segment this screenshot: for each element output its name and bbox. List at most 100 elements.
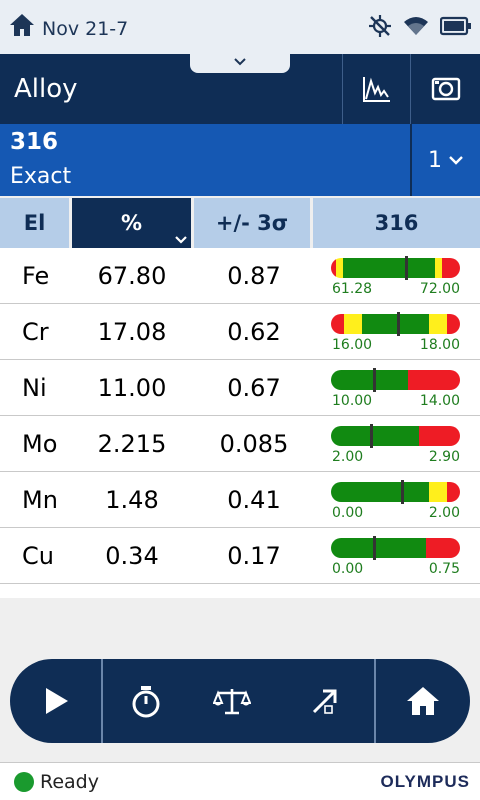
table-row[interactable]: Cr 17.08 0.62 16.00 18.00 bbox=[0, 304, 480, 360]
gps-off-icon bbox=[369, 15, 391, 37]
gauge-band-green bbox=[331, 370, 409, 390]
element-percent: 67.80 bbox=[97, 262, 167, 290]
grade-max: 2.00 bbox=[428, 505, 460, 521]
gauge-band-yellow bbox=[429, 482, 448, 502]
gauge-band-red bbox=[426, 538, 460, 558]
element-error: 0.17 bbox=[227, 542, 281, 570]
element-symbol: Mo bbox=[22, 430, 58, 458]
element-error: 0.67 bbox=[227, 374, 281, 402]
start-test-button[interactable] bbox=[10, 659, 103, 743]
gauge-band-red bbox=[331, 314, 344, 334]
gauge-band-red bbox=[447, 482, 460, 502]
grade-gauge bbox=[331, 482, 460, 502]
element-symbol: Mn bbox=[22, 486, 58, 514]
gauge-band-green bbox=[342, 258, 436, 278]
grade-gauge bbox=[331, 538, 460, 558]
status-bar: Nov 21-7 bbox=[0, 0, 480, 54]
header-element[interactable]: El bbox=[0, 198, 69, 248]
gauge-marker bbox=[397, 312, 401, 336]
gauge-band-green bbox=[331, 482, 430, 502]
spectrum-icon bbox=[362, 77, 390, 102]
element-percent: 0.34 bbox=[105, 542, 159, 570]
element-percent: 17.08 bbox=[97, 318, 167, 346]
grade-max: 14.00 bbox=[419, 393, 460, 409]
element-table: Fe 67.80 0.87 61.28 72.00 Cr 17.08 0.62 … bbox=[0, 248, 480, 598]
gauge-marker bbox=[369, 424, 373, 448]
element-error: 0.41 bbox=[227, 486, 281, 514]
element-symbol: Ni bbox=[22, 374, 47, 402]
grade-min: 16.00 bbox=[332, 337, 373, 353]
match-selector[interactable]: 1 bbox=[410, 124, 480, 196]
grade-max: 72.00 bbox=[419, 281, 460, 297]
pull-down-tab[interactable] bbox=[190, 54, 290, 73]
sort-descending-icon bbox=[175, 236, 187, 244]
element-symbol: Fe bbox=[22, 262, 50, 290]
chevron-down-icon bbox=[234, 58, 246, 66]
grade-min: 2.00 bbox=[332, 449, 364, 465]
element-percent: 2.215 bbox=[97, 430, 167, 458]
header-grade[interactable]: 316 bbox=[313, 198, 480, 248]
match-selector-value: 1 bbox=[428, 147, 442, 173]
camera-icon bbox=[431, 77, 460, 101]
footer-status: Ready OLYMPUS bbox=[0, 762, 480, 800]
grade-min: 0.00 bbox=[332, 561, 364, 577]
table-header: El % +/- 3σ 316 bbox=[0, 198, 480, 248]
grade-min: 0.00 bbox=[332, 505, 364, 521]
brand-logo: OLYMPUS bbox=[380, 772, 470, 791]
chevron-down-icon bbox=[449, 156, 463, 165]
grade-gauge bbox=[331, 314, 460, 334]
mode-bar: Alloy bbox=[0, 54, 480, 124]
header-error[interactable]: +/- 3σ bbox=[194, 198, 310, 248]
element-percent: 11.00 bbox=[97, 374, 167, 402]
header-percent[interactable]: % bbox=[72, 198, 191, 248]
scale-icon bbox=[213, 689, 251, 715]
export-button[interactable] bbox=[275, 659, 376, 743]
timer-button[interactable] bbox=[103, 659, 189, 743]
grade-gauge bbox=[331, 370, 460, 390]
bottom-toolbar bbox=[10, 659, 470, 743]
timer-icon bbox=[132, 686, 160, 718]
grade-gauge bbox=[331, 426, 460, 446]
grade-max: 2.90 bbox=[428, 449, 460, 465]
table-row[interactable]: Ni 11.00 0.67 10.00 14.00 bbox=[0, 360, 480, 416]
gauge-band-yellow bbox=[429, 314, 448, 334]
gauge-marker bbox=[400, 480, 404, 504]
match-quality: Exact bbox=[10, 164, 72, 189]
grade-gauge bbox=[331, 258, 460, 278]
gauge-marker bbox=[372, 368, 376, 392]
grade-max: 18.00 bbox=[419, 337, 460, 353]
grade-max: 0.75 bbox=[428, 561, 460, 577]
gauge-marker bbox=[404, 256, 408, 280]
gauge-marker bbox=[372, 536, 376, 560]
table-row[interactable]: Cu 0.34 0.17 0.00 0.75 bbox=[0, 528, 480, 584]
table-row[interactable]: Fe 67.80 0.87 61.28 72.00 bbox=[0, 248, 480, 304]
home-icon[interactable] bbox=[8, 12, 36, 38]
home-icon bbox=[407, 687, 439, 715]
gauge-band-green bbox=[331, 538, 427, 558]
mode-title: Alloy bbox=[14, 74, 78, 104]
gauge-band-green bbox=[331, 426, 419, 446]
home-button[interactable] bbox=[376, 659, 470, 743]
element-symbol: Cu bbox=[22, 542, 54, 570]
play-icon bbox=[45, 688, 68, 714]
alloy-name: 316 bbox=[10, 129, 59, 155]
grade-min: 10.00 bbox=[332, 393, 373, 409]
battery-icon bbox=[440, 16, 471, 36]
result-bar: 316 Exact 1 bbox=[0, 124, 480, 196]
table-row[interactable]: Mo 2.215 0.085 2.00 2.90 bbox=[0, 416, 480, 472]
camera-button[interactable] bbox=[410, 54, 480, 124]
export-icon bbox=[312, 689, 336, 714]
spectrum-button[interactable] bbox=[342, 54, 410, 124]
ready-indicator bbox=[14, 772, 34, 792]
table-row[interactable]: Mn 1.48 0.41 0.00 2.00 bbox=[0, 472, 480, 528]
gauge-band-red bbox=[408, 370, 460, 390]
balance-button[interactable] bbox=[189, 659, 275, 743]
gauge-band-red bbox=[441, 258, 460, 278]
status-text: Ready bbox=[40, 771, 99, 793]
gauge-band-red bbox=[447, 314, 460, 334]
date-label: Nov 21-7 bbox=[42, 18, 129, 40]
element-error: 0.87 bbox=[227, 262, 281, 290]
gauge-band-green bbox=[361, 314, 430, 334]
element-error: 0.085 bbox=[219, 430, 289, 458]
element-percent: 1.48 bbox=[105, 486, 159, 514]
